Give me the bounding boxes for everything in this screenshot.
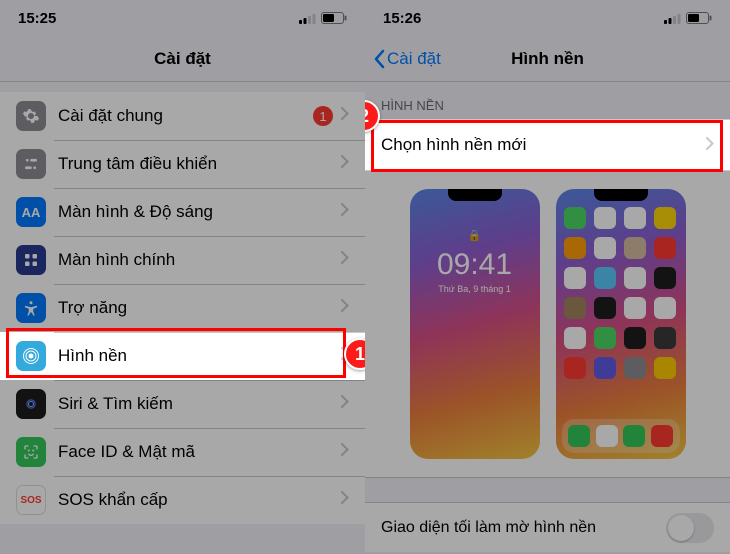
chevron-right-icon [341, 107, 349, 125]
row-display[interactable]: AA Màn hình & Độ sáng [0, 188, 365, 236]
page-title: Hình nền [511, 49, 584, 69]
status-indicators [299, 12, 347, 24]
row-sos[interactable]: SOS SOS khẩn cấp [0, 476, 365, 524]
row-faceid[interactable]: Face ID & Mật mã [0, 428, 365, 476]
choose-new-wallpaper[interactable]: Chọn hình nền mới [365, 119, 730, 171]
lock-time: 09:41 [410, 248, 540, 282]
row-wallpaper[interactable]: Hình nền [0, 332, 365, 380]
row-label: Trợ năng [58, 298, 341, 318]
status-time: 15:26 [383, 10, 421, 27]
row-label: Cài đặt chung [58, 106, 313, 126]
chevron-right-icon [341, 251, 349, 269]
header: Cài đặt Hình nền [365, 36, 730, 82]
row-accessibility[interactable]: Trợ năng [0, 284, 365, 332]
accessibility-icon [16, 293, 46, 323]
header: Cài đặt [0, 36, 365, 82]
row-label: Hình nền [58, 346, 341, 366]
row-label: Siri & Tìm kiếm [58, 394, 341, 414]
gear-icon [16, 101, 46, 131]
status-time: 15:25 [18, 10, 56, 27]
dark-dim-wallpaper-row: Giao diện tối làm mờ hình nền [365, 502, 730, 552]
lockscreen-preview[interactable]: 🔒 09:41 Thứ Ba, 9 tháng 1 [410, 189, 540, 459]
chevron-right-icon [341, 443, 349, 461]
row-label: Màn hình & Độ sáng [58, 202, 341, 222]
wallpaper-previews: 🔒 09:41 Thứ Ba, 9 tháng 1 [365, 171, 730, 477]
battery-icon [686, 12, 712, 24]
choose-label: Chọn hình nền mới [381, 135, 706, 155]
settings-list-screen: 15:25 Cài đặt Cài đặt chung 1 [0, 0, 365, 554]
back-button[interactable]: Cài đặt [373, 49, 441, 69]
signal-icon [664, 13, 681, 24]
status-indicators [664, 12, 712, 24]
control-center-icon [16, 149, 46, 179]
wallpaper-settings-screen: 15:26 Cài đặt Hình nền HÌNH NỀN Chọn hìn… [365, 0, 730, 554]
row-home-screen[interactable]: Màn hình chính [0, 236, 365, 284]
chevron-right-icon [706, 135, 714, 155]
lock-date: Thứ Ba, 9 tháng 1 [410, 284, 540, 294]
lock-icon: 🔒 [410, 229, 540, 242]
home-screen-icon [16, 245, 46, 275]
chevron-right-icon [341, 155, 349, 173]
row-label: Face ID & Mật mã [58, 442, 341, 462]
section-header: HÌNH NỀN [365, 82, 730, 119]
row-label: Trung tâm điều khiển [58, 154, 341, 174]
display-brightness-icon: AA [16, 197, 46, 227]
homescreen-preview[interactable] [556, 189, 686, 459]
chevron-right-icon [341, 299, 349, 317]
row-siri[interactable]: Siri & Tìm kiếm [0, 380, 365, 428]
settings-list: Cài đặt chung 1 Trung tâm điều khiển AA … [0, 92, 365, 524]
row-label: Màn hình chính [58, 250, 341, 270]
row-control-center[interactable]: Trung tâm điều khiển [0, 140, 365, 188]
back-label: Cài đặt [387, 49, 441, 69]
page-title: Cài đặt [154, 49, 211, 69]
siri-icon [16, 389, 46, 419]
wallpaper-icon [16, 341, 46, 371]
battery-icon [321, 12, 347, 24]
status-bar: 15:26 [365, 0, 730, 36]
faceid-icon [16, 437, 46, 467]
sos-icon: SOS [16, 485, 46, 515]
dark-dim-toggle[interactable] [666, 513, 714, 543]
row-label: SOS khẩn cấp [58, 490, 341, 510]
row-general[interactable]: Cài đặt chung 1 [0, 92, 365, 140]
status-bar: 15:25 [0, 0, 365, 36]
dark-dim-label: Giao diện tối làm mờ hình nền [381, 519, 596, 537]
signal-icon [299, 13, 316, 24]
chevron-right-icon [341, 491, 349, 509]
chevron-right-icon [341, 203, 349, 221]
chevron-right-icon [341, 395, 349, 413]
notification-badge: 1 [313, 106, 333, 126]
